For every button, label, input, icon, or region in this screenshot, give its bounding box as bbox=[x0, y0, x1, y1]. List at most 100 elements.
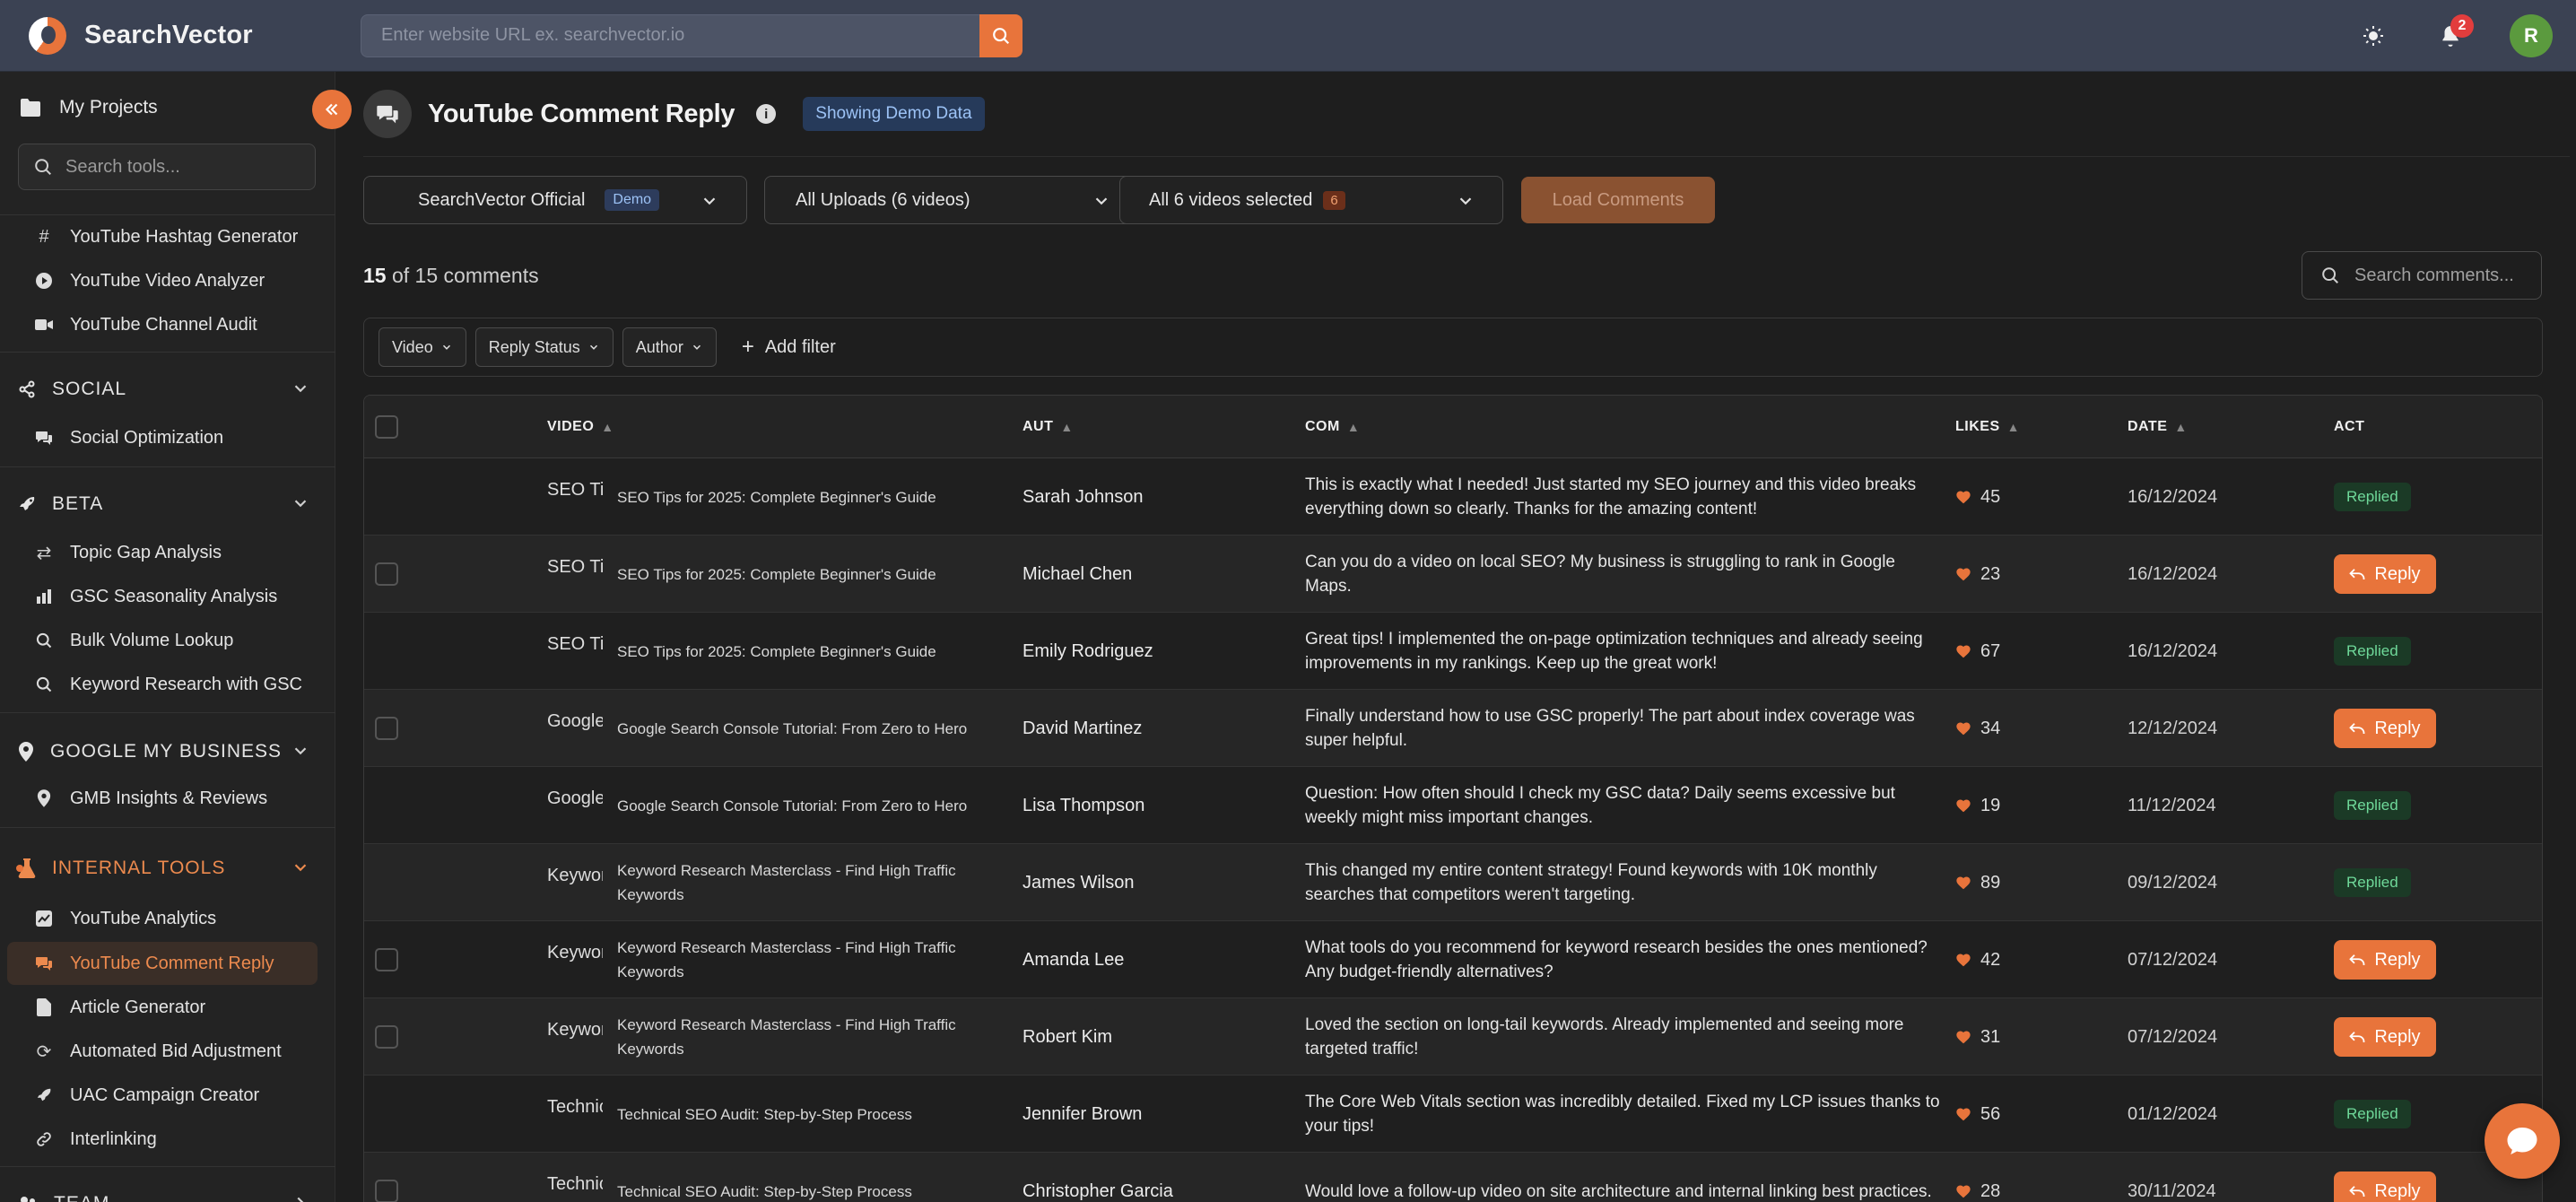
sidebar-item-youtube-channel-audit[interactable]: YouTube Channel Audit bbox=[7, 303, 318, 346]
sidebar-item-gsc-seasonality-analysis[interactable]: GSC Seasonality Analysis bbox=[7, 575, 318, 618]
video-title[interactable]: SEO Tips for 2025: Complete Beginner's G… bbox=[617, 562, 976, 587]
sidebar-item-youtube-comment-reply[interactable]: YouTube Comment Reply bbox=[7, 942, 318, 985]
reply-button[interactable]: Reply bbox=[2334, 1172, 2436, 1202]
sidebar-item-social-optimization[interactable]: Social Optimization bbox=[7, 416, 318, 459]
row-checkbox-cell bbox=[375, 921, 398, 998]
reply-button[interactable]: Reply bbox=[2334, 709, 2436, 748]
page-header: YouTube Comment Reply i Showing Demo Dat… bbox=[363, 90, 985, 138]
table-row[interactable]: Technical Technical SEO Audit: Step-by-St… bbox=[364, 1076, 2542, 1153]
section-social[interactable]: SOCIAL bbox=[18, 368, 310, 411]
load-comments-button[interactable]: Load Comments bbox=[1521, 177, 1715, 223]
comment-text: Finally understand how to use GSC proper… bbox=[1305, 707, 1915, 750]
row-checkbox[interactable] bbox=[375, 562, 398, 586]
search-icon bbox=[993, 27, 1010, 44]
likes: 42 bbox=[1955, 950, 2000, 971]
url-search-button[interactable] bbox=[979, 13, 1023, 57]
video-title[interactable]: SEO Tips for 2025: Complete Beginner's G… bbox=[617, 485, 976, 510]
chevron-down-icon bbox=[1459, 197, 1472, 205]
date-cell: 09/12/2024 bbox=[2128, 844, 2217, 921]
author-name: Lisa Thompson bbox=[1023, 795, 1145, 815]
section-google-my-business[interactable]: GOOGLE MY BUSINESS bbox=[18, 730, 310, 773]
table-row[interactable]: Google Google Search Console Tutorial: Fr… bbox=[364, 690, 2542, 767]
actions-cell: Reply bbox=[2334, 998, 2436, 1076]
section-beta[interactable]: BETA bbox=[18, 483, 310, 526]
sidebar-item-youtube-video-analyzer[interactable]: YouTube Video Analyzer bbox=[7, 259, 318, 302]
filter-video[interactable]: Video bbox=[379, 327, 466, 367]
replied-badge: Replied bbox=[2334, 1100, 2411, 1128]
video-title[interactable]: Keyword Research Masterclass - Find High… bbox=[617, 936, 976, 984]
table-row[interactable]: Google Google Search Console Tutorial: Fr… bbox=[364, 767, 2542, 844]
channel-select[interactable]: SearchVector Official Demo bbox=[363, 176, 747, 224]
row-checkbox[interactable] bbox=[375, 1025, 398, 1049]
sidebar-item-topic-gap-analysis[interactable]: ⇄ Topic Gap Analysis bbox=[7, 531, 318, 574]
table-row[interactable]: SEO Tips for SEO Tips for 2025: Complete … bbox=[364, 536, 2542, 613]
table-row[interactable]: Keyword Keyword Research Masterclass - Fi… bbox=[364, 998, 2542, 1076]
sidebar-item-bulk-volume-lookup[interactable]: Bulk Volume Lookup bbox=[7, 619, 318, 662]
tools-search-input[interactable] bbox=[65, 156, 299, 178]
theme-toggle-button[interactable] bbox=[2355, 18, 2391, 54]
video-cell: Technical SEO Audit: Step-by-Step Proces… bbox=[617, 1153, 976, 1202]
column-comment[interactable]: COM ▲ bbox=[1305, 396, 1360, 458]
section-title: TEAM bbox=[54, 1193, 109, 1202]
reply-arrow-icon bbox=[2349, 723, 2365, 734]
video-cell: Technical SEO Audit: Step-by-Step Proces… bbox=[617, 1076, 976, 1153]
video-title[interactable]: Google Search Console Tutorial: From Zer… bbox=[617, 794, 976, 818]
row-checkbox[interactable] bbox=[375, 948, 398, 971]
likes-cell: 23 bbox=[1955, 536, 2000, 613]
video-title[interactable]: Technical SEO Audit: Step-by-Step Proces… bbox=[617, 1180, 976, 1202]
row-checkbox[interactable] bbox=[375, 717, 398, 740]
column-date[interactable]: DATE ▲ bbox=[2128, 396, 2188, 458]
sidebar-item-automated-bid-adjustment[interactable]: ⟳ Automated Bid Adjustment bbox=[7, 1030, 318, 1073]
my-projects-link[interactable]: My Projects bbox=[20, 97, 158, 118]
video-title[interactable]: Google Search Console Tutorial: From Zer… bbox=[617, 717, 976, 741]
table-row[interactable]: SEO Tips SEO Tips for 2025: Complete Begi… bbox=[364, 613, 2542, 690]
row-checkbox[interactable] bbox=[375, 1180, 398, 1202]
sidebar-item-youtube-analytics[interactable]: YouTube Analytics bbox=[7, 897, 318, 940]
date-cell: 07/12/2024 bbox=[2128, 921, 2217, 998]
select-all-checkbox[interactable] bbox=[375, 396, 398, 458]
sidebar-item-label: Social Optimization bbox=[70, 427, 224, 448]
uploads-select[interactable]: All Uploads (6 videos) bbox=[764, 176, 1148, 224]
chat-support-button[interactable] bbox=[2485, 1103, 2560, 1179]
column-likes[interactable]: LIKES ▲ bbox=[1955, 396, 2020, 458]
sidebar-item-gmb-insights-reviews[interactable]: GMB Insights & Reviews bbox=[7, 777, 318, 820]
info-icon[interactable]: i bbox=[756, 104, 777, 124]
video-camera-icon bbox=[34, 318, 54, 332]
column-video[interactable]: VIDEO ▲ bbox=[547, 396, 614, 458]
table-row[interactable]: Keyword Keyword Research Masterclass - Fi… bbox=[364, 844, 2542, 921]
sidebar-item-interlinking[interactable]: Interlinking bbox=[7, 1118, 318, 1161]
section-internal-tools[interactable]: INTERNAL TOOLS bbox=[16, 847, 310, 890]
video-title[interactable]: SEO Tips for 2025: Complete Beginner's G… bbox=[617, 640, 976, 664]
videos-select[interactable]: All 6 videos selected 6 bbox=[1119, 176, 1503, 224]
reply-button[interactable]: Reply bbox=[2334, 940, 2436, 980]
collapse-sidebar-button[interactable] bbox=[312, 90, 352, 129]
sort-up-icon: ▲ bbox=[1060, 420, 1074, 434]
video-title[interactable]: Keyword Research Masterclass - Find High… bbox=[617, 1013, 976, 1061]
table-body: SEO Tips for SEO Tips for 2025: Complete … bbox=[364, 458, 2542, 1202]
comment-search-input[interactable] bbox=[2354, 265, 2534, 286]
video-thumbnail: Technical bbox=[547, 1076, 603, 1153]
video-title[interactable]: Keyword Research Masterclass - Find High… bbox=[617, 858, 976, 907]
sidebar-item-youtube-hashtag-generator[interactable]: # YouTube Hashtag Generator bbox=[7, 215, 318, 258]
sidebar-item-keyword-research-with-gsc[interactable]: Keyword Research with GSC bbox=[7, 663, 318, 706]
table-row[interactable]: Technical Technical SEO Audit: Step-by-St… bbox=[364, 1153, 2542, 1202]
reply-button[interactable]: Reply bbox=[2334, 554, 2436, 594]
column-author[interactable]: AUT ▲ bbox=[1023, 396, 1074, 458]
brand[interactable]: SearchVector bbox=[0, 16, 361, 55]
filter-label: Reply Status bbox=[488, 337, 580, 356]
reply-button[interactable]: Reply bbox=[2334, 1017, 2436, 1057]
filter-reply-status[interactable]: Reply Status bbox=[474, 327, 614, 367]
video-cell: Keyword Research Masterclass - Find High… bbox=[617, 998, 976, 1076]
notifications-button[interactable]: 2 bbox=[2432, 14, 2474, 54]
filter-author[interactable]: Author bbox=[622, 327, 717, 367]
section-team[interactable]: TEAM bbox=[18, 1182, 310, 1202]
sidebar-item-article-generator[interactable]: Article Generator bbox=[7, 986, 318, 1029]
video-title[interactable]: Technical SEO Audit: Step-by-Step Proces… bbox=[617, 1102, 976, 1127]
table-row[interactable]: Keyword Keyword Research Masterclass - Fi… bbox=[364, 921, 2542, 998]
add-filter-button[interactable]: + Add filter bbox=[742, 336, 836, 358]
row-checkbox-cell bbox=[375, 690, 398, 767]
user-avatar[interactable]: R bbox=[2510, 14, 2553, 57]
url-input[interactable] bbox=[361, 13, 979, 57]
table-row[interactable]: SEO Tips for SEO Tips for 2025: Complete … bbox=[364, 458, 2542, 536]
sidebar-item-uac-campaign-creator[interactable]: UAC Campaign Creator bbox=[7, 1074, 318, 1117]
